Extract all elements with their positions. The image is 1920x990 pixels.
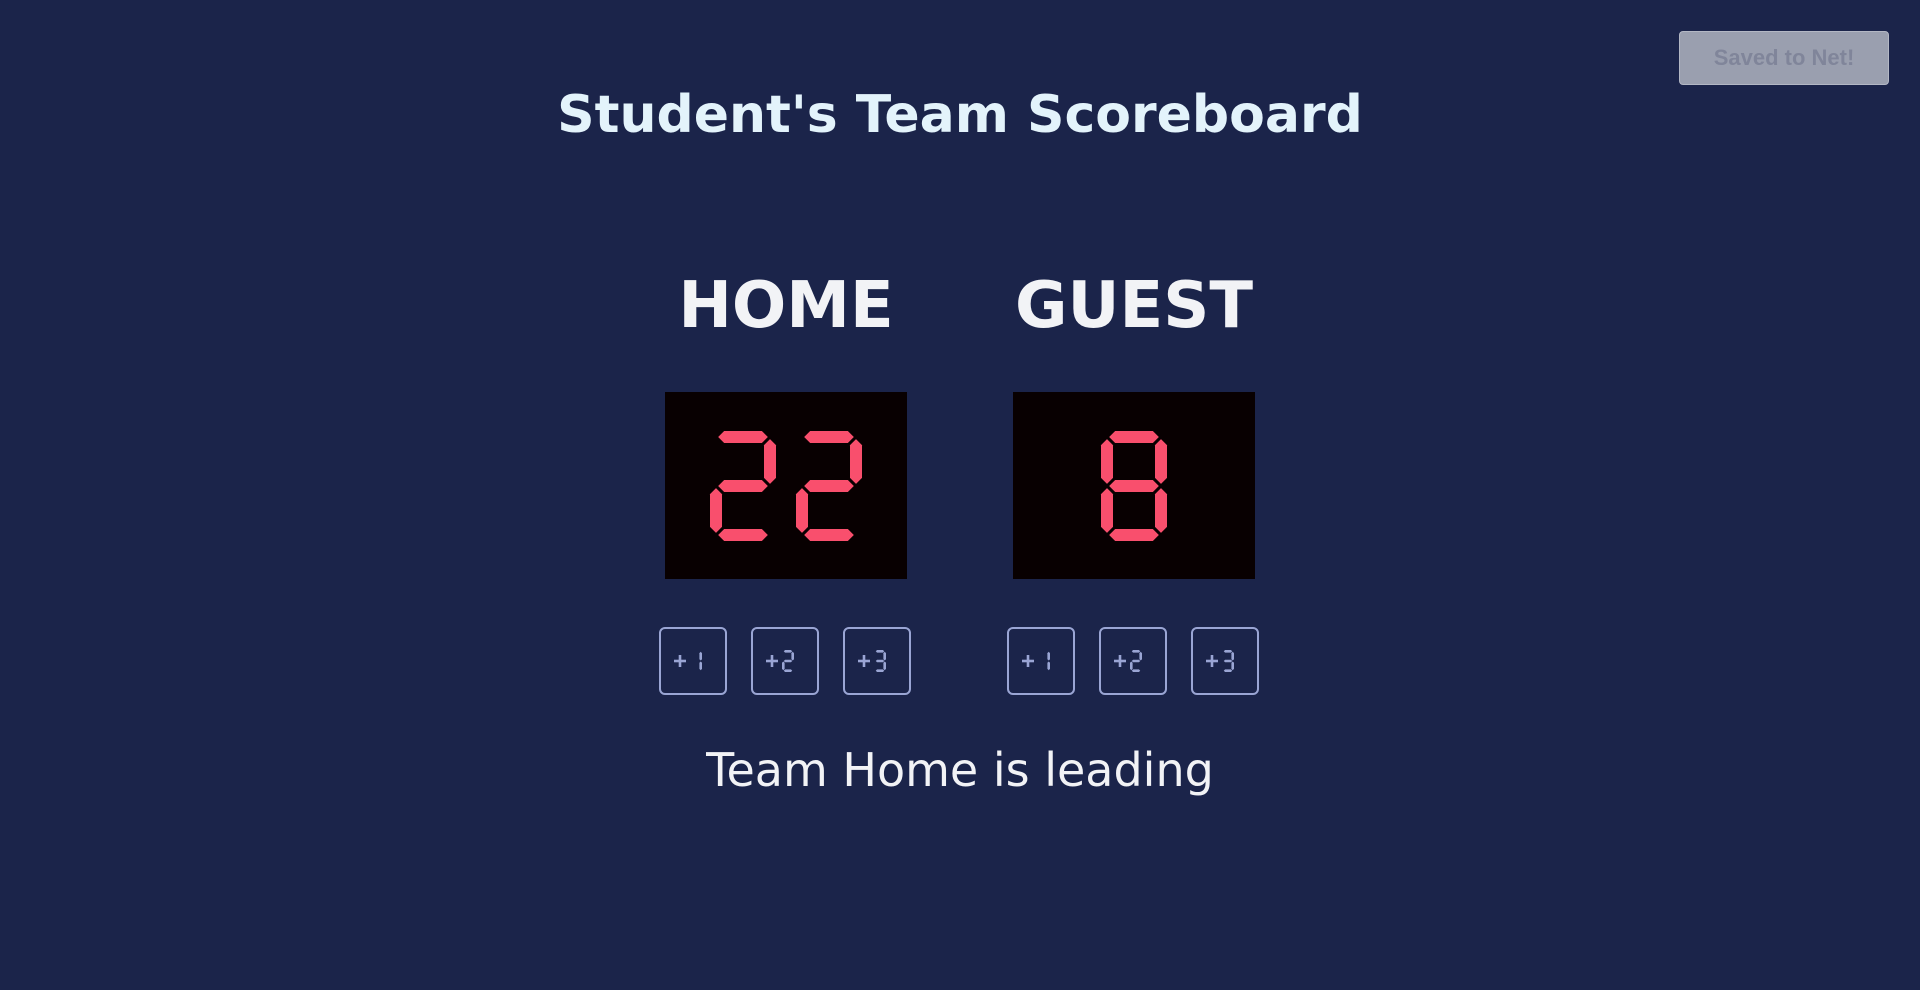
home-score-digit-0-segment-a [718, 430, 768, 443]
home-btn-2-digit-1-segment-g [875, 659, 885, 663]
guest-btn-2-digit-1-segment-g [1223, 659, 1233, 663]
home-score-digits [710, 430, 862, 541]
guest-score-digit-0-segment-b [1155, 438, 1167, 484]
guest-btn-1-digit-1-segment-g [1131, 659, 1141, 663]
guest-add-2-button[interactable] [1099, 627, 1167, 695]
home-btn-1-digit-1-segment-b [791, 651, 794, 661]
home-add-3-button[interactable] [843, 627, 911, 695]
guest-add-2-label [1114, 650, 1142, 672]
guest-score-digit-0-segment-e [1101, 487, 1113, 533]
home-btn-0-plus-v [678, 655, 682, 667]
home-score-digit-1-segment-b [850, 438, 862, 484]
guest-add-1-button[interactable] [1007, 627, 1075, 695]
home-btn-2-digit-1-segment-d [875, 669, 885, 672]
home-btn-2-digit-1-segment-b [883, 651, 886, 661]
home-btn-0-digit-1-segment-c [699, 661, 702, 671]
home-score-digit-0-segment-b [764, 438, 776, 484]
guest-btn-2-digit-1-segment-c [1231, 661, 1234, 671]
home-btn-1-digit-1-segment-d [783, 669, 793, 672]
guest-score-digit-0-segment-a [1109, 430, 1159, 443]
guest-score-digit-0-segment-f [1101, 438, 1113, 484]
home-score-digit-1-segment-a [804, 430, 854, 443]
scoreboard-page: Saved to Net! Student's Team Scoreboard … [0, 0, 1920, 990]
home-btn-1-plus-v [770, 655, 774, 667]
guest-btn-1-plus-v [1118, 655, 1122, 667]
leading-status: Team Home is leading [706, 743, 1214, 797]
home-team-label: HOME [678, 269, 894, 343]
guest-add-3-label [1206, 650, 1234, 672]
home-add-1-label [674, 651, 702, 671]
home-add-3-label [858, 650, 886, 672]
home-score-digit-0-segment-g [718, 479, 768, 492]
guest-score-digits [1101, 430, 1167, 541]
guest-score-digit-0-segment-g [1109, 479, 1159, 492]
home-add-2-label [766, 650, 794, 672]
guest-add-3-button[interactable] [1191, 627, 1259, 695]
guest-btn-1-digit-1-segment-a [1131, 650, 1141, 653]
home-score-digit-1-segment-d [804, 528, 854, 541]
home-score-digit-0-segment-d [718, 528, 768, 541]
guest-btn-2-digit-1-segment-a [1223, 650, 1233, 653]
home-btn-0-digit-1-segment-b [699, 651, 702, 661]
home-score-digit-1-segment-g [804, 479, 854, 492]
saved-to-net-button[interactable]: Saved to Net! [1679, 31, 1889, 85]
home-add-2-button[interactable] [751, 627, 819, 695]
guest-btn-0-digit-1-segment-b [1047, 651, 1050, 661]
home-btn-1-digit-1-segment-a [783, 650, 793, 653]
home-btn-1-digit-1-segment-e [782, 661, 785, 671]
guest-add-1-label [1022, 651, 1050, 671]
home-score-digit-0-segment-e [710, 487, 722, 533]
guest-score-digit-0-segment-d [1109, 528, 1159, 541]
guest-btn-2-digit-1-segment-d [1223, 669, 1233, 672]
guest-btn-2-digit-1-segment-b [1231, 651, 1234, 661]
home-add-1-button[interactable] [659, 627, 727, 695]
guest-team-label: GUEST [1015, 269, 1253, 343]
guest-btn-0-plus-v [1026, 655, 1030, 667]
home-score-digit-1-segment-e [796, 487, 808, 533]
guest-btn-2-plus-v [1210, 655, 1214, 667]
guest-score-digit-0-segment-c [1155, 487, 1167, 533]
home-btn-1-digit-1-segment-g [783, 659, 793, 663]
guest-score-display [1013, 392, 1255, 579]
home-score-display [665, 392, 907, 579]
home-btn-2-digit-1-segment-a [875, 650, 885, 653]
guest-btn-0-digit-1-segment-c [1047, 661, 1050, 671]
home-btn-2-plus-v [862, 655, 866, 667]
page-title: Student's Team Scoreboard [557, 85, 1363, 145]
guest-btn-1-digit-1-segment-d [1131, 669, 1141, 672]
guest-btn-1-digit-1-segment-e [1130, 661, 1133, 671]
home-btn-2-digit-1-segment-c [883, 661, 886, 671]
guest-btn-1-digit-1-segment-b [1139, 651, 1142, 661]
